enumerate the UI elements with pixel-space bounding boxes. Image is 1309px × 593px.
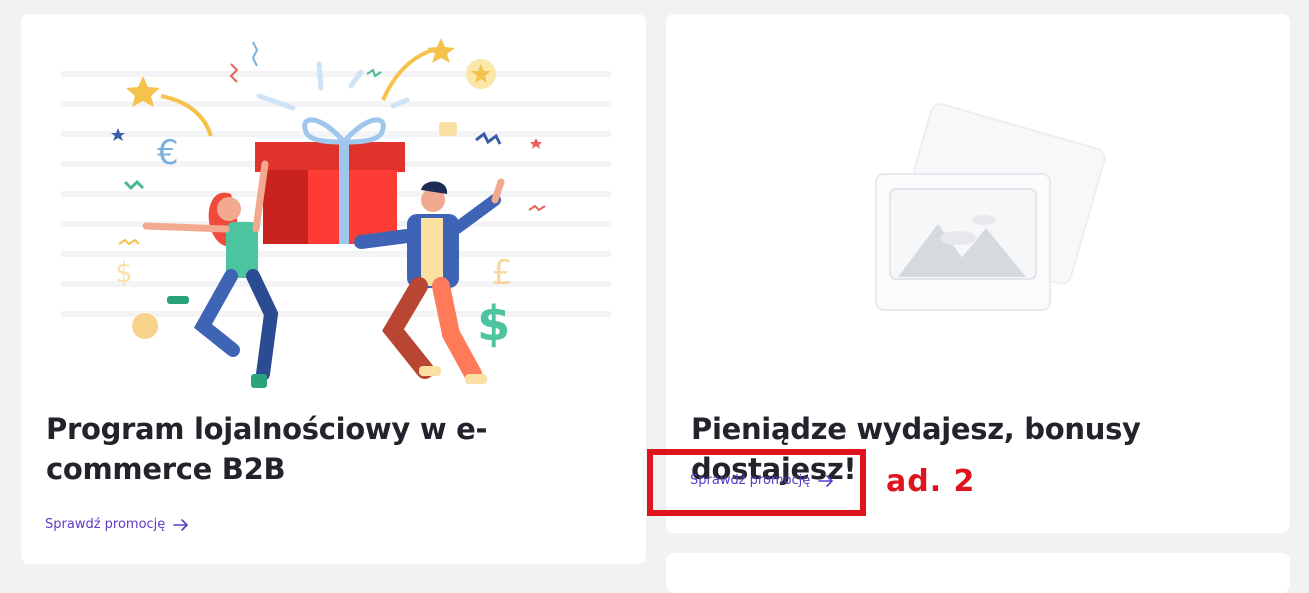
link-label: Sprawdź promocję	[45, 517, 166, 532]
svg-text:$: $	[477, 296, 510, 352]
promo-card-next[interactable]	[666, 553, 1290, 593]
link-label: Sprawdź promocję	[690, 473, 811, 488]
gift-celebration-illustration: € $ £ $	[61, 38, 611, 388]
arrow-right-icon	[818, 474, 834, 487]
annotation-label: ad. 2	[886, 464, 976, 499]
promo-card-loyalty[interactable]: € $ £ $ Program lojalnościowy w e-commer…	[21, 14, 646, 564]
arrow-right-icon	[173, 518, 189, 531]
image-placeholder-icon	[875, 103, 1106, 311]
svg-text:€: €	[157, 133, 179, 173]
promo-card-bonuses[interactable]: Pieniądze wydajesz, bonusy dostajesz! Sp…	[666, 14, 1290, 533]
card-title: Program lojalnościowy w e-commerce B2B	[46, 412, 488, 486]
svg-text:£: £	[491, 253, 513, 293]
check-promotion-link[interactable]: Sprawdź promocję	[45, 517, 189, 532]
check-promotion-link[interactable]: Sprawdź promocję	[690, 473, 834, 488]
svg-text:$: $	[115, 256, 133, 289]
